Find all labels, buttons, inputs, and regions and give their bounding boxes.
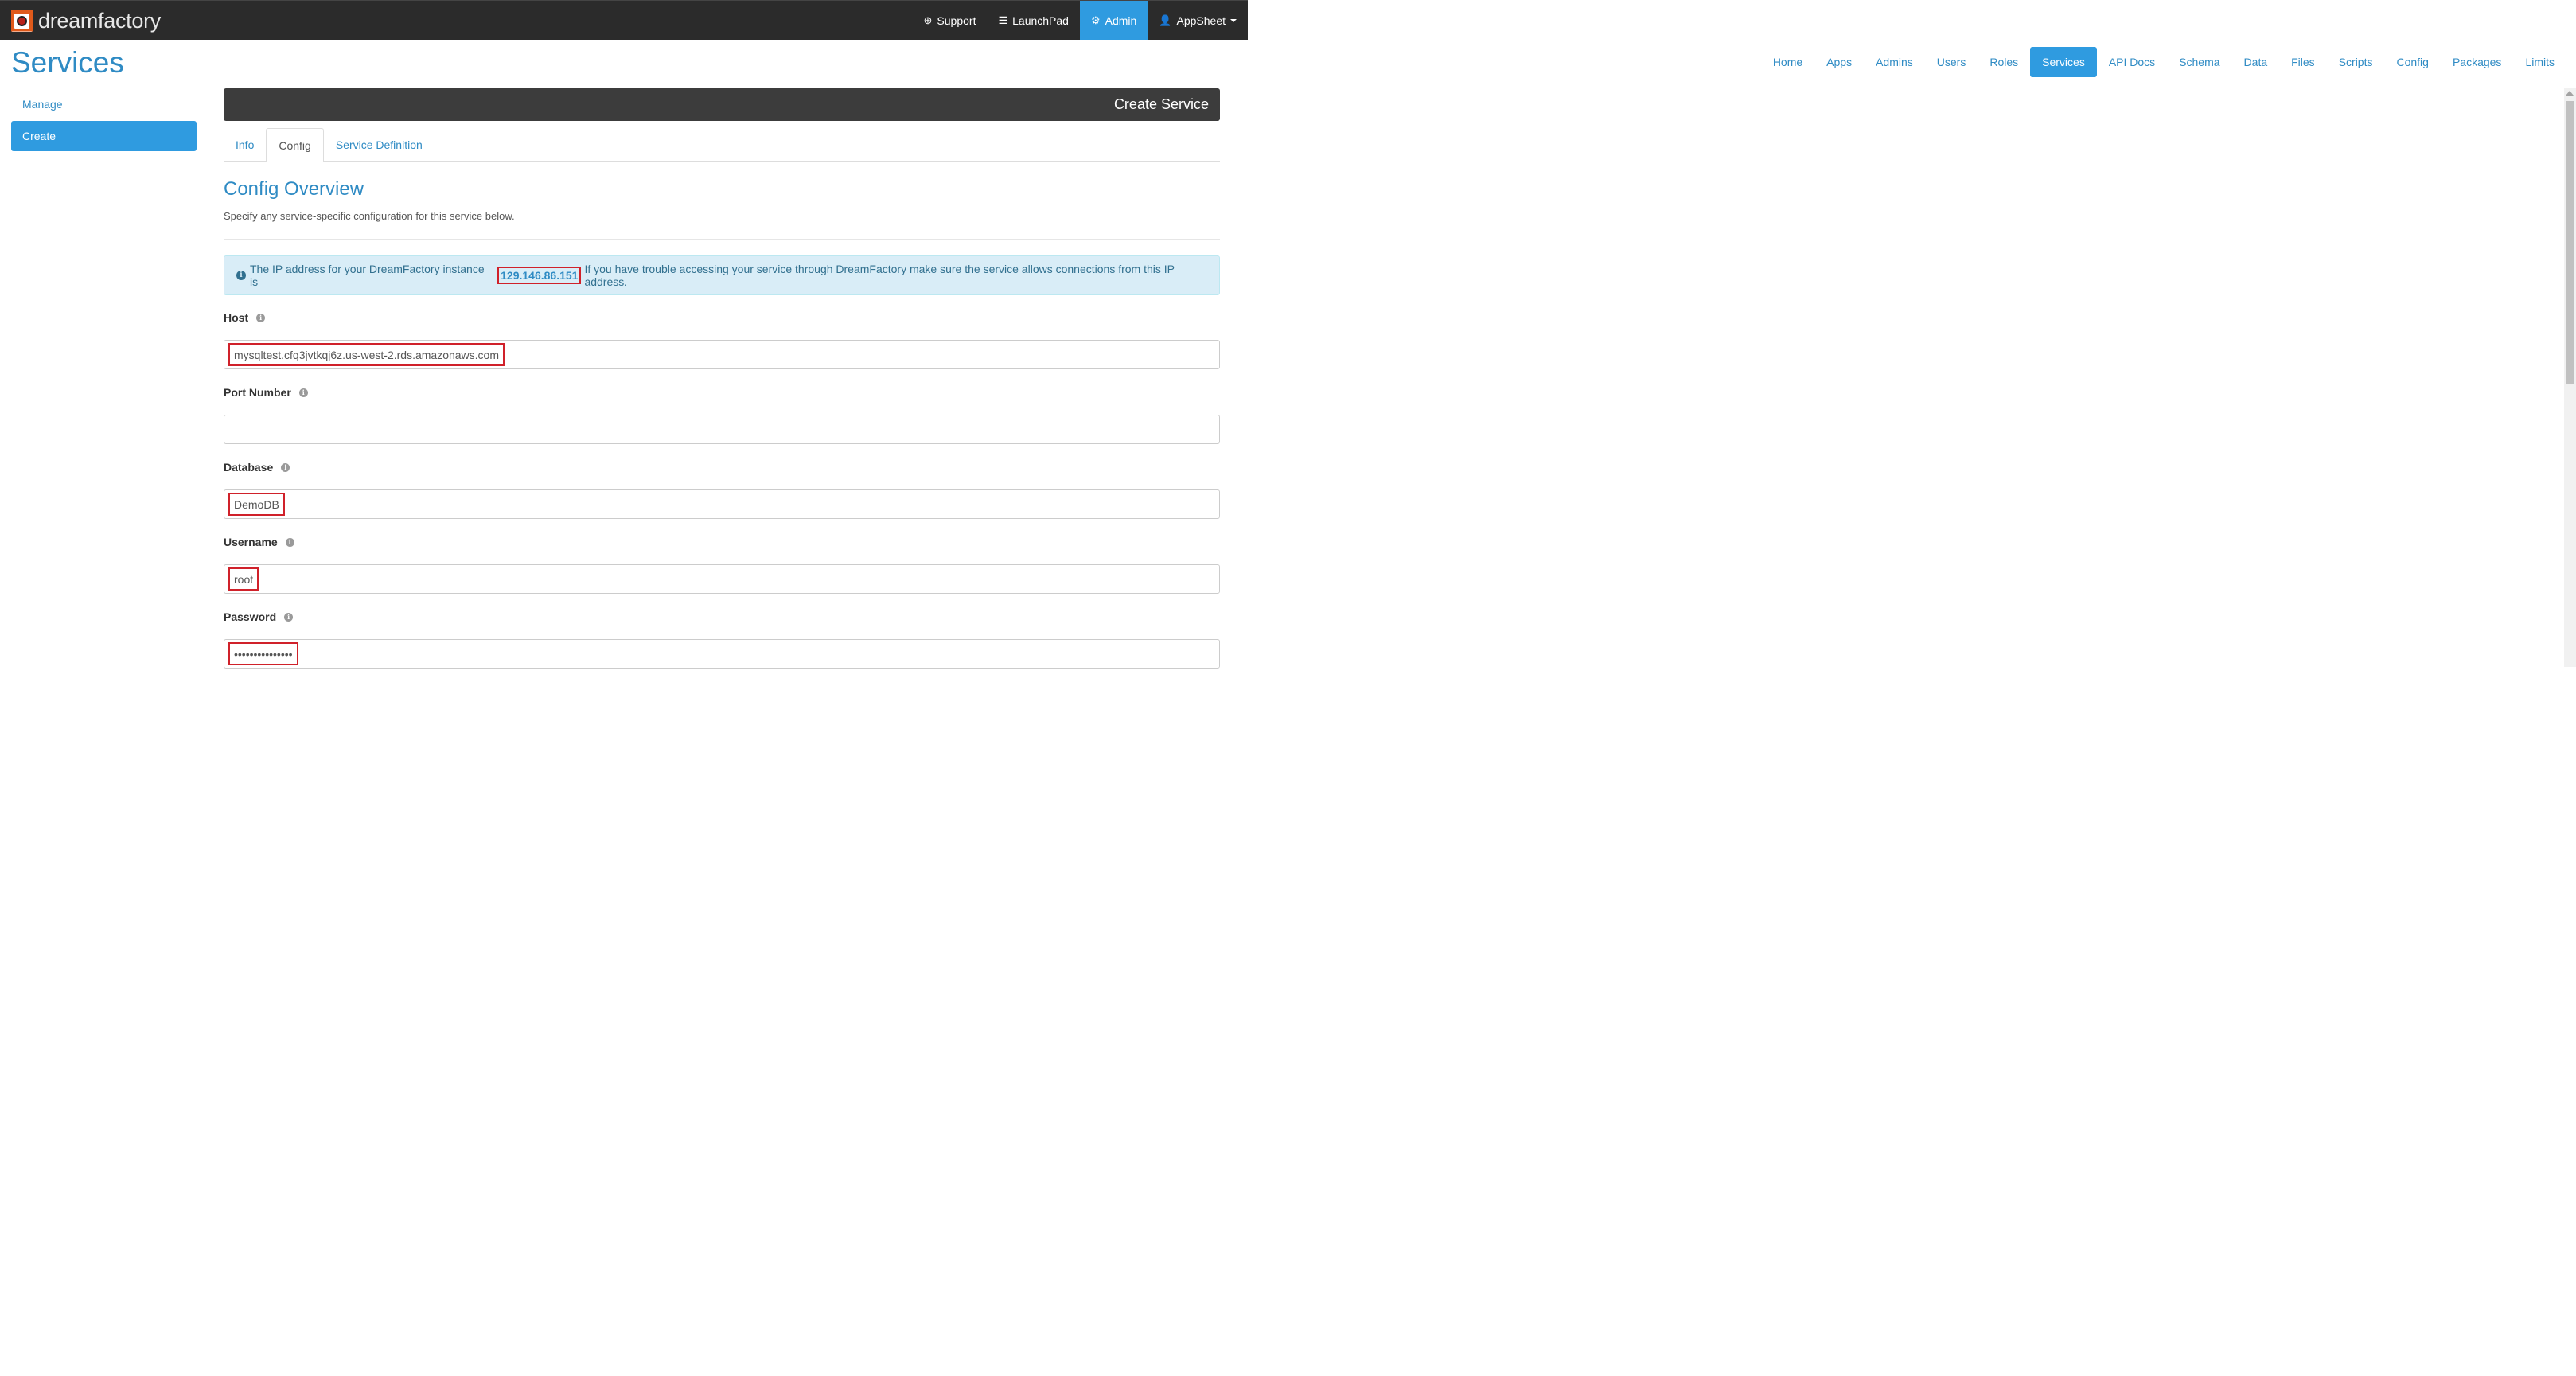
user-icon: 👤 <box>1159 14 1172 26</box>
nav-services[interactable]: Services <box>2030 47 2097 77</box>
nav-packages[interactable]: Packages <box>2441 47 2513 77</box>
page-title: Services <box>11 46 124 79</box>
nav-limits[interactable]: Limits <box>2513 47 2566 77</box>
scroll-up-arrow-icon[interactable] <box>2566 91 2574 96</box>
nav-files[interactable]: Files <box>2279 47 2327 77</box>
port-label: Port Number i <box>224 386 1220 399</box>
username-label: Username i <box>224 536 1220 548</box>
create-service-panel: Create Service Info Config Service Defin… <box>224 88 1220 669</box>
port-input[interactable] <box>224 415 1220 444</box>
ip-address: 129.146.86.151 <box>497 267 582 284</box>
tab-info[interactable]: Info <box>224 128 266 162</box>
database-value: DemoDB <box>228 493 285 516</box>
nav-apps[interactable]: Apps <box>1814 47 1864 77</box>
nav-scripts[interactable]: Scripts <box>2327 47 2385 77</box>
sidebar: Manage Create <box>11 89 197 153</box>
nav-schema[interactable]: Schema <box>2167 47 2231 77</box>
dreamfactory-logo-icon <box>11 10 33 32</box>
alert-text-after: If you have trouble accessing your servi… <box>584 263 1175 288</box>
info-icon[interactable]: i <box>284 612 294 622</box>
password-label-text: Password <box>224 610 277 623</box>
user-menu-dropdown[interactable]: 👤 AppSheet <box>1148 1 1248 40</box>
life-ring-icon: ⊕ <box>923 14 933 26</box>
host-label-text: Host <box>224 311 249 324</box>
scrollbar-thumb[interactable] <box>2566 101 2574 384</box>
info-icon[interactable]: i <box>256 313 266 322</box>
menu-icon: ☰ <box>998 14 1008 26</box>
panel-title: Create Service <box>1113 96 1209 112</box>
database-input[interactable]: DemoDB <box>224 489 1220 519</box>
host-label: Host i <box>224 311 1220 324</box>
info-circle-icon: i <box>236 271 246 280</box>
support-link[interactable]: ⊕ Support <box>913 1 988 40</box>
info-icon[interactable]: i <box>285 537 294 547</box>
nav-api-docs[interactable]: API Docs <box>2097 47 2167 77</box>
nav-users[interactable]: Users <box>1925 47 1978 77</box>
port-field: Port Number i <box>224 386 1220 444</box>
user-name: AppSheet <box>1176 14 1226 27</box>
database-label-text: Database <box>224 461 274 474</box>
nav-admins[interactable]: Admins <box>1864 47 1925 77</box>
config-overview-title: Config Overview <box>224 178 364 200</box>
admin-link[interactable]: ⚙ Admin <box>1079 1 1148 40</box>
port-label-text: Port Number <box>224 386 291 399</box>
database-field: Database i DemoDB <box>224 461 1220 519</box>
password-label: Password i <box>224 610 1220 623</box>
brand-name: dreamfactory <box>38 8 161 33</box>
sidebar-item-manage[interactable]: Manage <box>11 89 197 119</box>
tab-config[interactable]: Config <box>266 128 324 162</box>
brand-logo-link[interactable]: dreamfactory <box>11 8 161 33</box>
admin-label: Admin <box>1105 14 1137 27</box>
username-input[interactable]: root <box>224 564 1220 594</box>
host-field: Host i mysqltest.cfq3jvtkqj6z.us-west-2.… <box>224 311 1220 369</box>
host-value: mysqltest.cfq3jvtkqj6z.us-west-2.rds.ama… <box>228 343 505 366</box>
top-navbar: dreamfactory ⊕ Support ☰ LaunchPad ⚙ Adm… <box>0 0 1248 40</box>
nav-home[interactable]: Home <box>1761 47 1814 77</box>
panel-header: Create Service <box>224 88 1220 121</box>
ip-info-alert: i The IP address for your DreamFactory i… <box>224 255 1220 295</box>
launchpad-label: LaunchPad <box>1012 14 1069 27</box>
info-icon[interactable]: i <box>281 462 290 472</box>
username-label-text: Username <box>224 536 278 548</box>
host-input[interactable]: mysqltest.cfq3jvtkqj6z.us-west-2.rds.ama… <box>224 340 1220 369</box>
config-overview-subtitle: Specify any service-specific configurati… <box>224 210 515 222</box>
nav-config[interactable]: Config <box>2384 47 2440 77</box>
nav-roles[interactable]: Roles <box>1978 47 2030 77</box>
username-value: root <box>228 567 259 591</box>
main-nav: Home Apps Admins Users Roles Services AP… <box>1761 47 2566 77</box>
launchpad-link[interactable]: ☰ LaunchPad <box>987 1 1080 40</box>
info-icon[interactable]: i <box>298 388 308 397</box>
divider <box>224 239 1220 240</box>
top-nav: ⊕ Support ☰ LaunchPad ⚙ Admin 👤 AppSheet <box>913 1 1248 40</box>
tab-service-definition[interactable]: Service Definition <box>324 128 435 162</box>
support-label: Support <box>937 14 976 27</box>
gear-icon: ⚙ <box>1090 14 1101 26</box>
service-tabs: Info Config Service Definition <box>224 128 1220 162</box>
username-field: Username i root <box>224 536 1220 594</box>
alert-text-before: The IP address for your DreamFactory ins… <box>249 263 485 288</box>
nav-data[interactable]: Data <box>2232 47 2280 77</box>
password-value: ••••••••••••••• <box>228 642 298 665</box>
database-label: Database i <box>224 461 1220 474</box>
sidebar-item-create[interactable]: Create <box>11 121 197 151</box>
password-input[interactable]: ••••••••••••••• <box>224 639 1220 669</box>
password-field: Password i ••••••••••••••• <box>224 610 1220 669</box>
caret-down-icon <box>1230 18 1237 22</box>
